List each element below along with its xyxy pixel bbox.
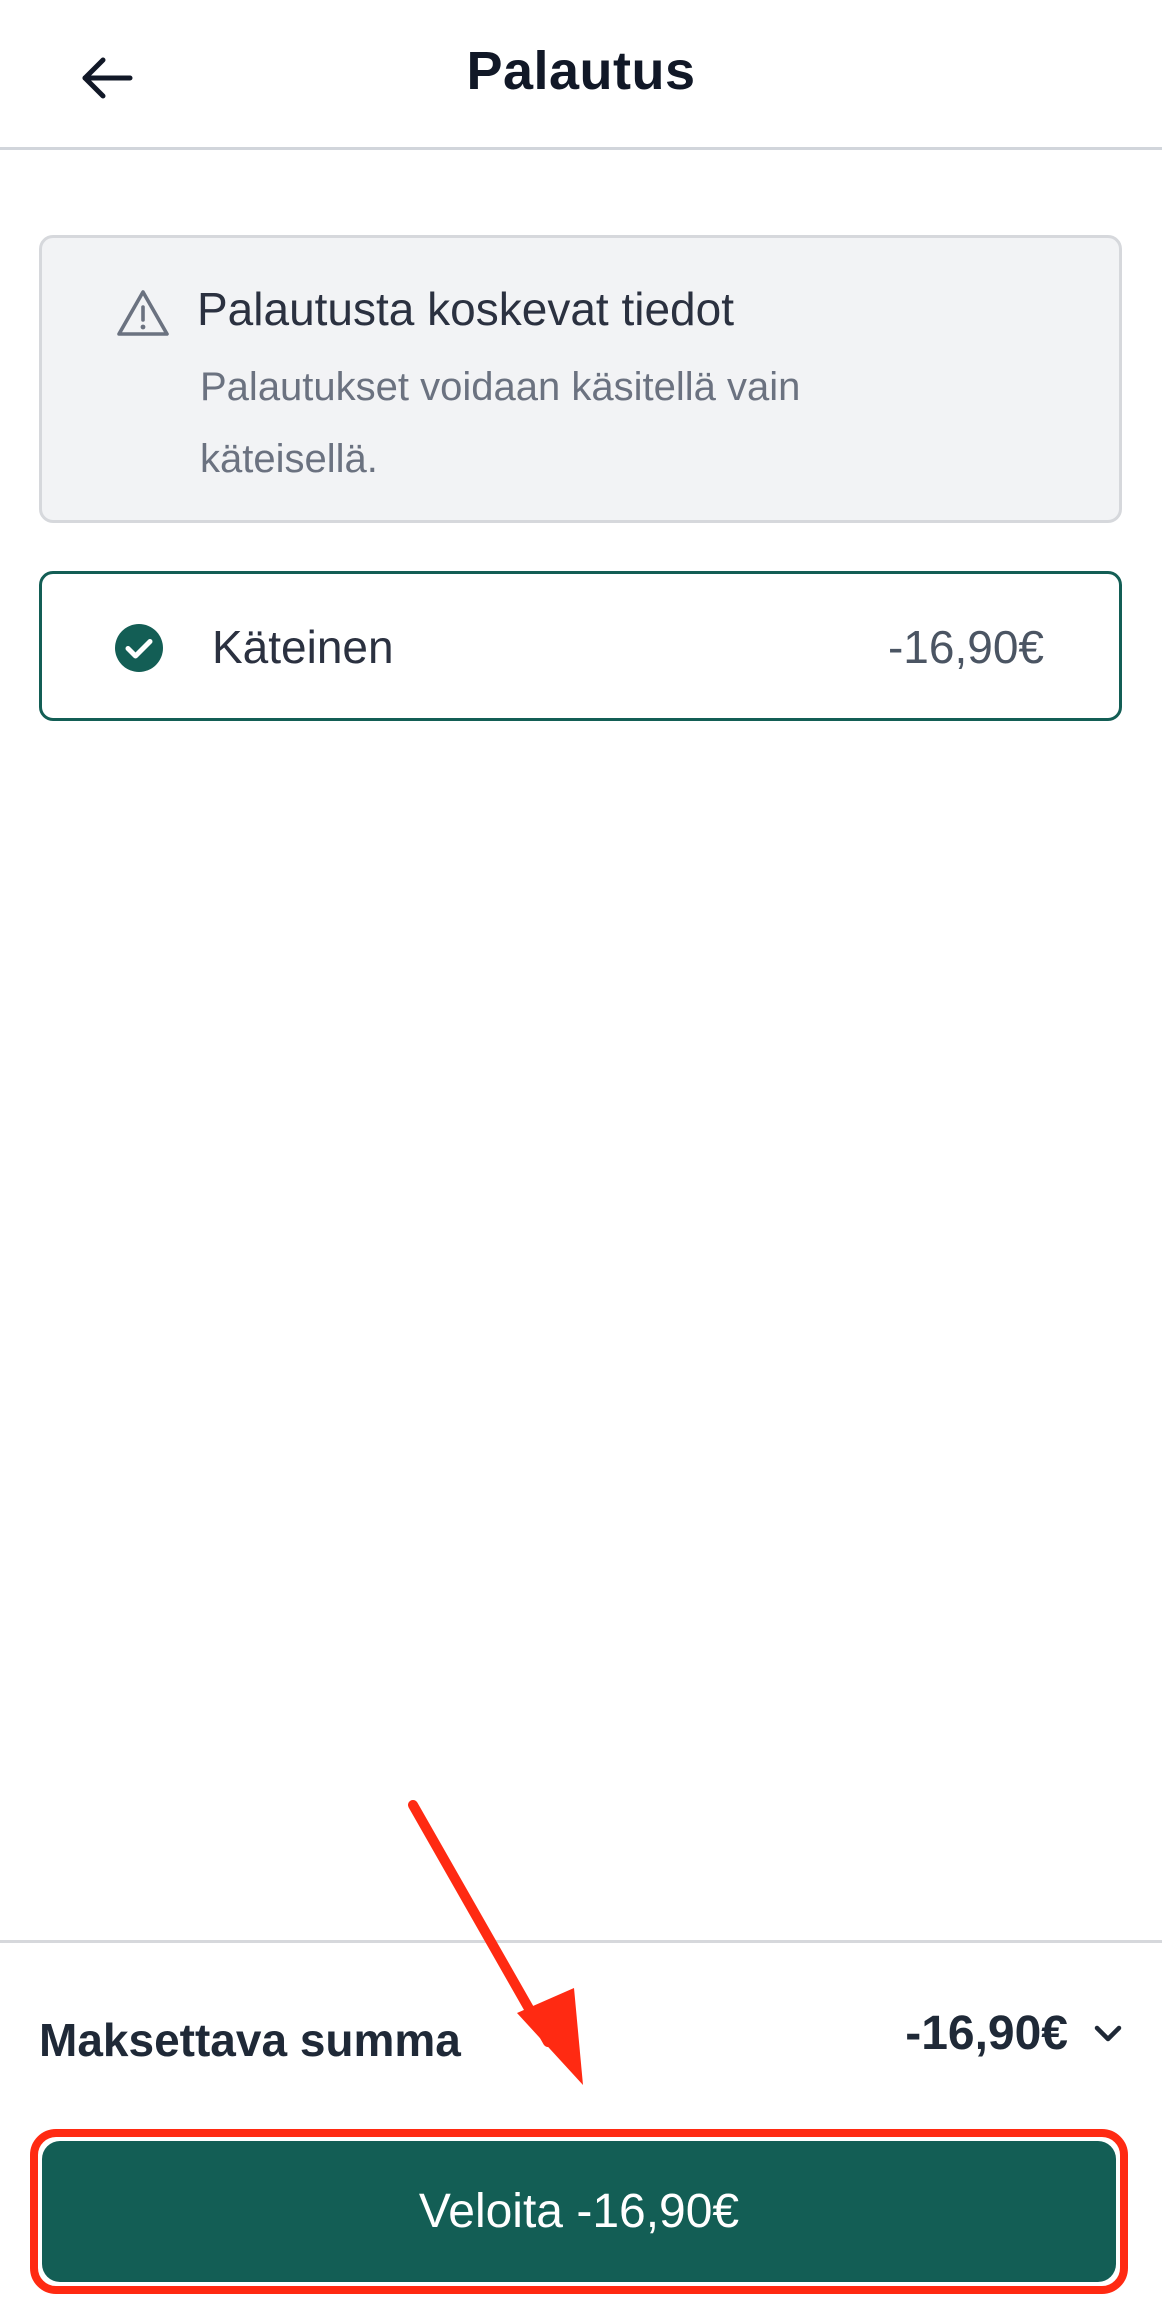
payment-option-cash[interactable]: Käteinen -16,90€ — [39, 571, 1122, 721]
page-title: Palautus — [466, 41, 696, 101]
header: Palautus — [0, 0, 1162, 150]
divider — [0, 1940, 1162, 1943]
charge-button-label: Veloita -16,90€ — [418, 2185, 740, 2238]
chevron-down-icon — [1094, 2025, 1122, 2041]
total-label: Maksettava summa — [39, 2014, 461, 2066]
total-amount-toggle[interactable]: -16,90€ — [905, 2006, 1126, 2061]
payment-option-label: Käteinen — [212, 621, 394, 673]
info-text: Palautukset voidaan käsitellä vain kätei… — [200, 365, 801, 481]
info-title: Palautusta koskevat tiedot — [197, 283, 734, 335]
refund-screen: Palautus Palautusta koskevat tiedot Pala… — [0, 0, 1162, 2318]
warning-triangle-icon — [117, 290, 169, 336]
payment-option-amount: -16,90€ — [887, 621, 1044, 673]
refund-info-box: Palautusta koskevat tiedot Palautukset v… — [39, 235, 1122, 523]
check-circle-icon — [115, 624, 163, 672]
charge-button[interactable]: Veloita -16,90€ — [42, 2141, 1116, 2282]
total-amount: -16,90€ — [905, 2007, 1068, 2060]
